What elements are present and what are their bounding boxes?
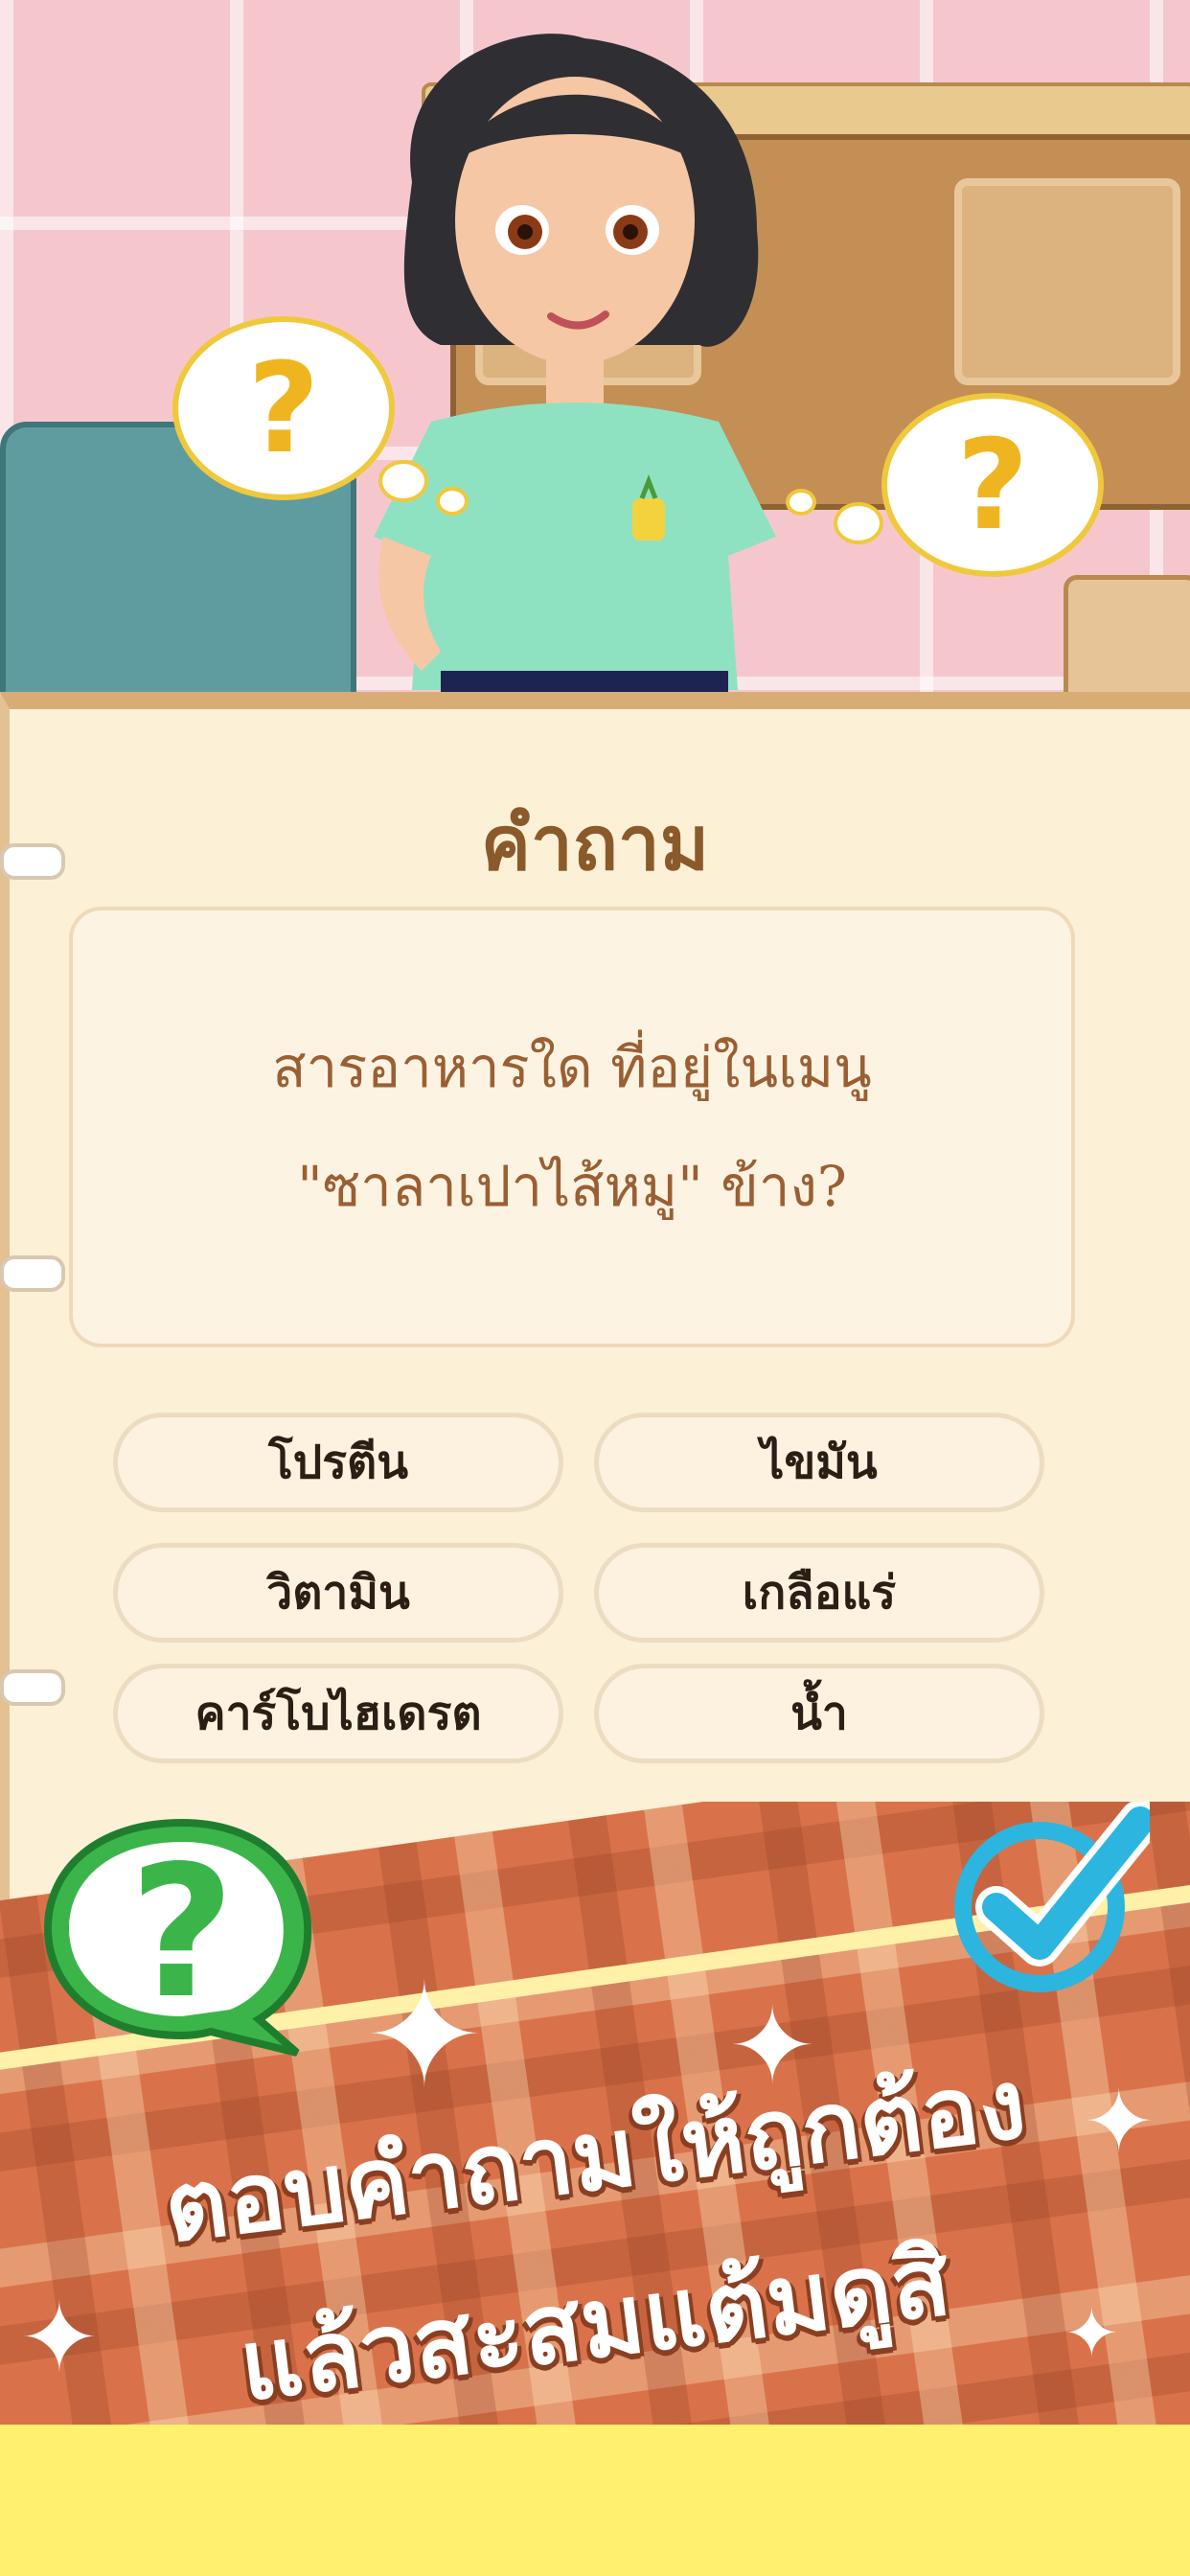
sparkle-icon: ✦ [364, 1953, 485, 2120]
answer-option-fat[interactable]: ไขมัน [594, 1413, 1044, 1512]
question-text-line2: "ซาลาเปาไส้หมู" ข้าง? [297, 1154, 847, 1219]
question-text-line1: สารอาหารใด ที่อยู่ในเมนู [272, 1035, 872, 1100]
quiz-title: คำถาม [480, 800, 710, 887]
answer-option-vitamin[interactable]: วิตามิน [113, 1543, 563, 1643]
thought-bubble-right: ? [881, 393, 1104, 577]
notebook-ring [0, 1669, 65, 1706]
character-girl [374, 34, 776, 728]
question-mark-icon: ? [129, 1827, 235, 2038]
question-box: สารอาหารใด ที่อยู่ในเมนู "ซาลาเปาไส้หมู"… [69, 907, 1075, 1347]
thought-bubble-left: ? [172, 316, 395, 500]
checkmark-icon [954, 1802, 1150, 1992]
answer-option-carbohydrate[interactable]: คาร์โบไฮเดรต [113, 1664, 563, 1763]
kitchen-scene: ? ? [0, 0, 1190, 728]
thought-dot-right [834, 502, 883, 544]
question-mark-icon: ? [247, 335, 320, 481]
question-mark-icon: ? [956, 412, 1029, 558]
answer-option-protein[interactable]: โปรตีน [113, 1413, 563, 1512]
thought-dot-left [378, 460, 428, 502]
help-speech-bubble-icon: ? [43, 1818, 312, 2057]
thought-dot-right-small [786, 489, 816, 516]
answer-option-mineral[interactable]: เกลือแร่ [594, 1543, 1044, 1643]
thought-dot-left-small [436, 487, 469, 516]
cabinet-door-right [954, 178, 1180, 385]
answer-option-water[interactable]: น้ำ [594, 1664, 1044, 1763]
notebook-ring [0, 1255, 65, 1292]
